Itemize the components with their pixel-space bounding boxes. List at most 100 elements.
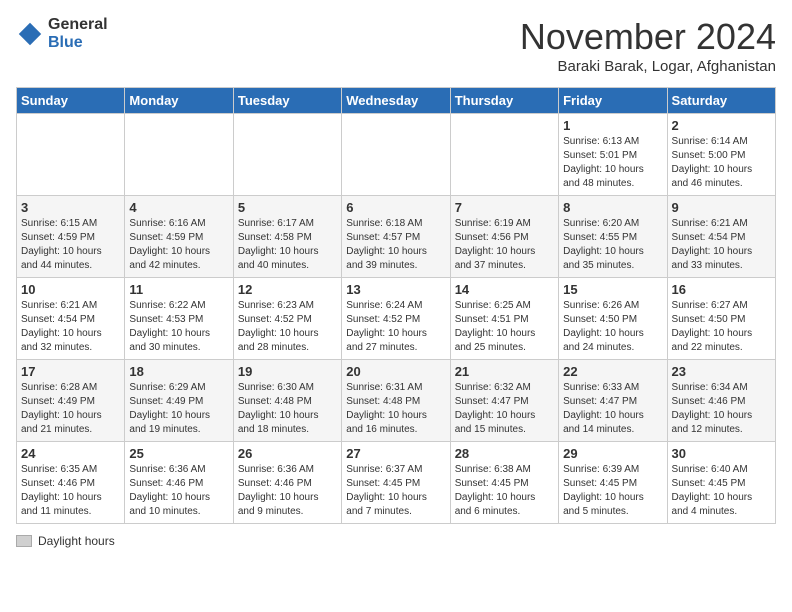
day-number: 17 [21,364,120,379]
day-info: Sunrise: 6:17 AM Sunset: 4:58 PM Dayligh… [238,217,337,273]
day-number: 29 [563,446,662,461]
logo-icon [16,20,44,48]
day-info: Sunrise: 6:16 AM Sunset: 4:59 PM Dayligh… [129,217,228,273]
day-info: Sunrise: 6:26 AM Sunset: 4:50 PM Dayligh… [563,299,662,355]
day-number: 11 [129,282,228,297]
day-number: 8 [563,200,662,215]
calendar-cell: 1 Sunrise: 6:13 AM Sunset: 5:01 PM Daylig… [559,114,667,196]
day-info: Sunrise: 6:27 AM Sunset: 4:50 PM Dayligh… [672,299,771,355]
legend-label: Daylight hours [38,534,115,548]
calendar-cell [450,114,558,196]
calendar-header-thursday: Thursday [450,88,558,114]
day-info: Sunrise: 6:20 AM Sunset: 4:55 PM Dayligh… [563,217,662,273]
day-number: 30 [672,446,771,461]
logo-text: General Blue [48,16,108,51]
calendar-cell: 28 Sunrise: 6:38 AM Sunset: 4:45 PM Dayli… [450,442,558,524]
calendar-cell: 8 Sunrise: 6:20 AM Sunset: 4:55 PM Daylig… [559,196,667,278]
calendar-header-friday: Friday [559,88,667,114]
calendar-cell: 19 Sunrise: 6:30 AM Sunset: 4:48 PM Dayli… [233,360,341,442]
calendar-cell [342,114,450,196]
calendar-cell: 7 Sunrise: 6:19 AM Sunset: 4:56 PM Daylig… [450,196,558,278]
day-number: 10 [21,282,120,297]
calendar-cell: 29 Sunrise: 6:39 AM Sunset: 4:45 PM Dayli… [559,442,667,524]
day-number: 27 [346,446,445,461]
calendar-cell: 12Sunrise: 6:23 AM Sunset: 4:52 PM Dayli… [233,278,341,360]
logo: General Blue [16,16,108,51]
location: Baraki Barak, Logar, Afghanistan [520,58,776,75]
day-info: Sunrise: 6:18 AM Sunset: 4:57 PM Dayligh… [346,217,445,273]
day-info: Sunrise: 6:36 AM Sunset: 4:46 PM Dayligh… [238,463,337,519]
day-info: Sunrise: 6:13 AM Sunset: 5:01 PM Dayligh… [563,135,662,191]
calendar-cell: 4 Sunrise: 6:16 AM Sunset: 4:59 PM Daylig… [125,196,233,278]
calendar-cell: 9 Sunrise: 6:21 AM Sunset: 4:54 PM Daylig… [667,196,775,278]
day-number: 13 [346,282,445,297]
calendar-cell: 30 Sunrise: 6:40 AM Sunset: 4:45 PM Dayli… [667,442,775,524]
day-number: 26 [238,446,337,461]
day-info: Sunrise: 6:39 AM Sunset: 4:45 PM Dayligh… [563,463,662,519]
day-number: 22 [563,364,662,379]
day-number: 14 [455,282,554,297]
logo-blue: Blue [48,34,108,52]
day-number: 7 [455,200,554,215]
calendar-cell: 6Sunrise: 6:18 AM Sunset: 4:57 PM Daylig… [342,196,450,278]
day-info: Sunrise: 6:33 AM Sunset: 4:47 PM Dayligh… [563,381,662,437]
day-info: Sunrise: 6:38 AM Sunset: 4:45 PM Dayligh… [455,463,554,519]
day-info: Sunrise: 6:36 AM Sunset: 4:46 PM Dayligh… [129,463,228,519]
calendar-cell: 27 Sunrise: 6:37 AM Sunset: 4:45 PM Dayli… [342,442,450,524]
day-number: 5 [238,200,337,215]
calendar-cell: 25 Sunrise: 6:36 AM Sunset: 4:46 PM Dayli… [125,442,233,524]
day-number: 16 [672,282,771,297]
page-header: General Blue November 2024 Baraki Barak,… [16,16,776,75]
calendar-cell: 2 Sunrise: 6:14 AM Sunset: 5:00 PM Daylig… [667,114,775,196]
calendar-cell: 24 Sunrise: 6:35 AM Sunset: 4:46 PM Dayli… [17,442,125,524]
day-info: Sunrise: 6:40 AM Sunset: 4:45 PM Dayligh… [672,463,771,519]
day-number: 18 [129,364,228,379]
calendar-header-wednesday: Wednesday [342,88,450,114]
day-number: 24 [21,446,120,461]
day-info: Sunrise: 6:28 AM Sunset: 4:49 PM Dayligh… [21,381,120,437]
day-info: Sunrise: 6:21 AM Sunset: 4:54 PM Dayligh… [672,217,771,273]
day-number: 28 [455,446,554,461]
calendar-cell: 14Sunrise: 6:25 AM Sunset: 4:51 PM Dayli… [450,278,558,360]
month-title: November 2024 [520,16,776,58]
day-number: 9 [672,200,771,215]
calendar-cell: 16 Sunrise: 6:27 AM Sunset: 4:50 PM Dayli… [667,278,775,360]
calendar-cell: 13 Sunrise: 6:24 AM Sunset: 4:52 PM Dayli… [342,278,450,360]
calendar-cell: 18 Sunrise: 6:29 AM Sunset: 4:49 PM Dayli… [125,360,233,442]
day-number: 4 [129,200,228,215]
calendar-header-saturday: Saturday [667,88,775,114]
day-info: Sunrise: 6:19 AM Sunset: 4:56 PM Dayligh… [455,217,554,273]
day-info: Sunrise: 6:24 AM Sunset: 4:52 PM Dayligh… [346,299,445,355]
calendar-header-monday: Monday [125,88,233,114]
day-info: Sunrise: 6:21 AM Sunset: 4:54 PM Dayligh… [21,299,120,355]
calendar-cell: 17 Sunrise: 6:28 AM Sunset: 4:49 PM Dayli… [17,360,125,442]
day-info: Sunrise: 6:35 AM Sunset: 4:46 PM Dayligh… [21,463,120,519]
day-number: 1 [563,118,662,133]
calendar-cell: 22 Sunrise: 6:33 AM Sunset: 4:47 PM Dayli… [559,360,667,442]
day-info: Sunrise: 6:31 AM Sunset: 4:48 PM Dayligh… [346,381,445,437]
day-number: 25 [129,446,228,461]
legend: Daylight hours [16,534,776,548]
day-number: 20 [346,364,445,379]
legend-box [16,535,32,547]
calendar-cell: 20 Sunrise: 6:31 AM Sunset: 4:48 PM Dayli… [342,360,450,442]
calendar-table: SundayMondayTuesdayWednesdayThursdayFrid… [16,87,776,524]
day-number: 19 [238,364,337,379]
calendar-header-tuesday: Tuesday [233,88,341,114]
day-info: Sunrise: 6:37 AM Sunset: 4:45 PM Dayligh… [346,463,445,519]
day-number: 3 [21,200,120,215]
calendar-header-sunday: Sunday [17,88,125,114]
calendar-cell: 11 Sunrise: 6:22 AM Sunset: 4:53 PM Dayli… [125,278,233,360]
calendar-cell: 23Sunrise: 6:34 AM Sunset: 4:46 PM Dayli… [667,360,775,442]
calendar-cell [125,114,233,196]
day-info: Sunrise: 6:22 AM Sunset: 4:53 PM Dayligh… [129,299,228,355]
calendar-cell: 3Sunrise: 6:15 AM Sunset: 4:59 PM Daylig… [17,196,125,278]
day-number: 2 [672,118,771,133]
day-info: Sunrise: 6:14 AM Sunset: 5:00 PM Dayligh… [672,135,771,191]
day-info: Sunrise: 6:32 AM Sunset: 4:47 PM Dayligh… [455,381,554,437]
day-number: 21 [455,364,554,379]
day-info: Sunrise: 6:29 AM Sunset: 4:49 PM Dayligh… [129,381,228,437]
day-info: Sunrise: 6:30 AM Sunset: 4:48 PM Dayligh… [238,381,337,437]
day-number: 12 [238,282,337,297]
calendar-cell: 5 Sunrise: 6:17 AM Sunset: 4:58 PM Daylig… [233,196,341,278]
